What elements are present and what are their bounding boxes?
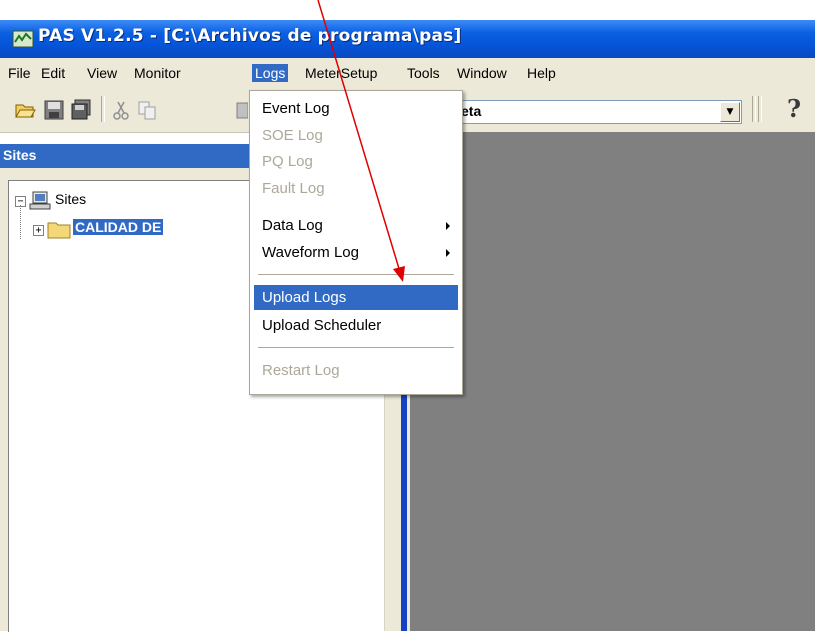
sites-panel-title: Sites: [3, 147, 37, 163]
menu-metersetup[interactable]: MeterSetup: [302, 64, 380, 82]
menu-item-data-log[interactable]: Data Log: [254, 213, 458, 238]
sites-root-icon: [29, 191, 51, 210]
child-window-edge: [400, 380, 407, 631]
menu-monitor[interactable]: Monitor: [131, 64, 184, 82]
submenu-arrow-icon: [446, 222, 450, 230]
menu-item-waveform-log[interactable]: Waveform Log: [254, 240, 458, 265]
menu-separator: [258, 274, 454, 275]
menu-item-upload-logs[interactable]: Upload Logs: [254, 285, 458, 310]
menu-separator: [258, 347, 454, 348]
menu-item-fault-log: Fault Log: [254, 176, 458, 201]
menu-bar: File Edit View Monitor Logs MeterSetup T…: [0, 58, 815, 88]
device-combo[interactable]: eta ▼: [420, 100, 742, 124]
menu-edit[interactable]: Edit: [38, 64, 68, 82]
menu-logs[interactable]: Logs: [252, 64, 289, 82]
menu-window[interactable]: Window: [454, 64, 510, 82]
menu-tools[interactable]: Tools: [404, 64, 443, 82]
open-folder-icon[interactable]: [14, 99, 36, 121]
save-icon[interactable]: [43, 99, 65, 121]
copy-icon[interactable]: [136, 99, 158, 121]
tree-item-sites[interactable]: Sites: [55, 191, 86, 207]
title-bar[interactable]: PAS V1.2.5 - [C:\Archivos de programa\pa…: [0, 20, 815, 58]
toolbar-separator: [752, 96, 756, 122]
save-all-icon[interactable]: [70, 99, 92, 121]
menu-view[interactable]: View: [84, 64, 120, 82]
toolbar-separator: [758, 96, 762, 122]
paste-icon[interactable]: [236, 99, 248, 121]
device-combo-value: eta: [461, 103, 482, 119]
menu-item-label: Fault Log: [262, 180, 325, 197]
menu-file[interactable]: File: [5, 64, 34, 82]
menu-item-event-log[interactable]: Event Log: [254, 96, 458, 121]
menu-item-label: Data Log: [262, 217, 323, 234]
toolbar-separator: [101, 96, 105, 122]
window-title: PAS V1.2.5 - [C:\Archivos de programa\pa…: [38, 26, 462, 46]
menu-item-label: Event Log: [262, 100, 330, 117]
menu-item-upload-scheduler[interactable]: Upload Scheduler: [254, 313, 458, 338]
menu-item-label: Waveform Log: [262, 244, 359, 261]
tree-item-calidad[interactable]: CALIDAD DE: [73, 219, 164, 235]
expand-icon[interactable]: +: [33, 225, 44, 236]
chevron-down-icon[interactable]: ▼: [720, 102, 740, 122]
tree-connector: [20, 205, 21, 239]
menu-item-pq-log: PQ Log: [254, 149, 458, 174]
menu-item-label: SOE Log: [262, 127, 323, 144]
submenu-arrow-icon: [446, 249, 450, 257]
help-icon[interactable]: ?: [787, 94, 801, 123]
menu-item-restart-log: Restart Log: [254, 358, 458, 383]
folder-icon: [47, 222, 71, 239]
cut-icon[interactable]: [110, 99, 132, 121]
menu-item-label: Restart Log: [262, 362, 340, 379]
mdi-workspace: [410, 132, 815, 631]
app-icon: [12, 30, 34, 48]
menu-item-label: PQ Log: [262, 153, 313, 170]
sites-panel-header: Sites: [0, 144, 250, 168]
menu-item-soe-log: SOE Log: [254, 123, 458, 148]
menu-item-label: Upload Scheduler: [262, 317, 382, 334]
menu-item-label: Upload Logs: [262, 289, 347, 306]
logs-menu: Event Log SOE Log PQ Log Fault Log Data …: [249, 90, 463, 395]
menu-help[interactable]: Help: [524, 64, 559, 82]
